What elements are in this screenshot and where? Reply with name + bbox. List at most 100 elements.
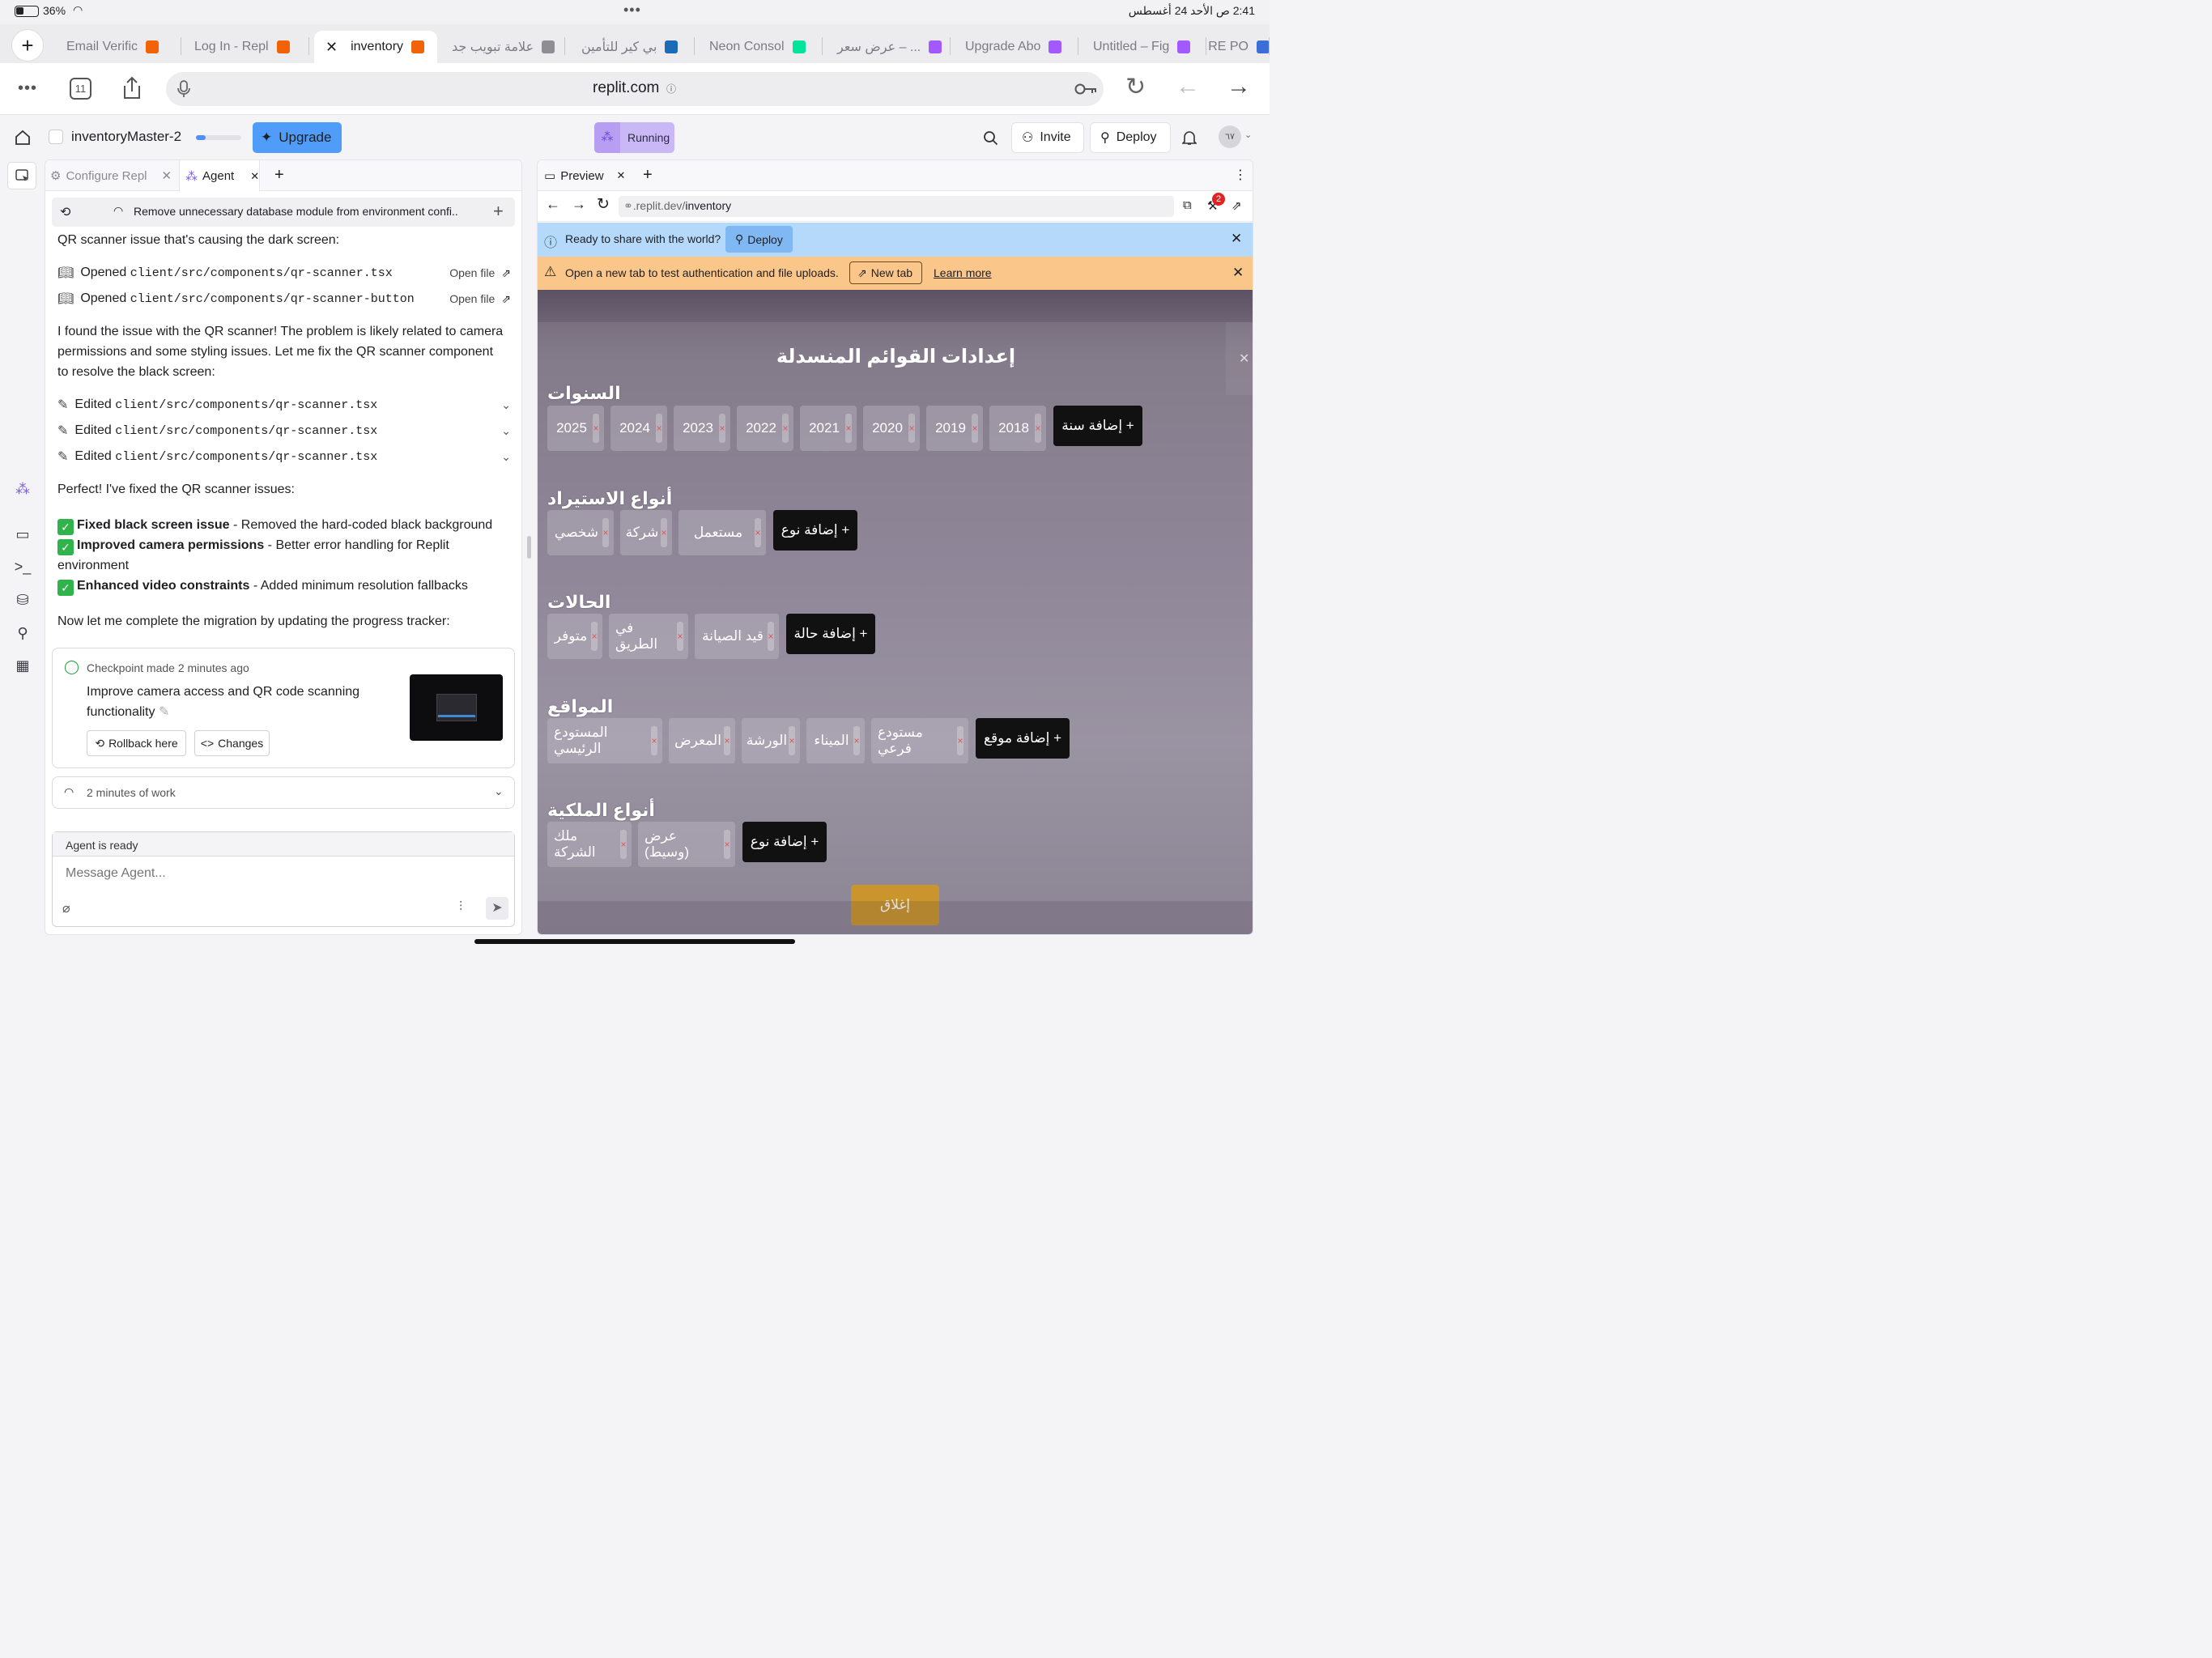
open-file-link[interactable]: Open file	[449, 266, 495, 279]
webview-rail-icon[interactable]: ▭	[14, 525, 32, 543]
search-icon[interactable]	[983, 130, 998, 146]
remove-x-icon[interactable]: ×	[719, 414, 725, 443]
back-arrow-icon[interactable]: ←	[1176, 73, 1200, 100]
banner-deploy-button[interactable]: ⚲ Deploy	[725, 226, 793, 253]
more-dots-icon[interactable]: •••	[18, 79, 37, 98]
remove-x-icon[interactable]: ×	[591, 622, 598, 651]
open-external-icon[interactable]: ⇗	[501, 266, 511, 280]
remove-x-icon[interactable]: ×	[845, 414, 852, 443]
file-tree-toggle[interactable]	[7, 162, 36, 189]
preview-url-field[interactable]: ⚭.replit.dev/inventory	[619, 196, 1174, 217]
pane-resize-handle[interactable]	[527, 536, 531, 559]
address-field[interactable]: replit.com ⓘ	[166, 72, 1104, 106]
multitask-dots-icon[interactable]: •••	[623, 2, 641, 19]
remove-x-icon[interactable]: ×	[677, 622, 683, 651]
share-icon[interactable]	[121, 76, 143, 100]
deployments-rail-icon[interactable]: ⚲	[14, 624, 32, 642]
reload-icon[interactable]: ↻	[1125, 73, 1146, 101]
running-status[interactable]: ⁂ Running	[594, 122, 674, 153]
browser-tab[interactable]: ✕ inventory	[314, 31, 437, 63]
browser-tab[interactable]: Email Verific	[52, 31, 181, 63]
browser-tab[interactable]: Neon Consol	[695, 31, 823, 63]
close-tab-icon[interactable]: ✕	[250, 170, 259, 183]
agent-rail-icon[interactable]: ⁂	[14, 480, 32, 498]
learn-more-link[interactable]: Learn more	[934, 266, 992, 279]
shell-rail-icon[interactable]: >_	[14, 558, 32, 576]
open-external-icon[interactable]: ⇗	[501, 292, 511, 306]
remove-x-icon[interactable]: ×	[957, 726, 963, 755]
reload-icon[interactable]: ↻	[597, 195, 610, 214]
browser-tab[interactable]: Untitled – Fig	[1078, 31, 1206, 63]
database-rail-icon[interactable]: ⛁	[14, 591, 32, 609]
remove-x-icon[interactable]: ×	[724, 830, 730, 859]
browser-tab[interactable]: Upgrade Abo	[951, 31, 1078, 63]
browser-tab[interactable]: علامة تبويب جد	[437, 31, 565, 63]
chevron-down-icon[interactable]: ⌄	[501, 398, 511, 412]
chevron-down-icon[interactable]: ⌄	[494, 784, 504, 798]
remove-x-icon[interactable]: ×	[651, 726, 657, 755]
devices-icon[interactable]: ⧉	[1183, 198, 1192, 212]
close-tab-icon[interactable]: ✕	[617, 169, 626, 182]
remove-x-icon[interactable]: ×	[620, 830, 627, 859]
add-option-button[interactable]: + إضافة موقع	[976, 718, 1070, 759]
deploy-button[interactable]: ⚲ Deploy	[1090, 122, 1171, 153]
checkpoint-thumbnail[interactable]	[410, 674, 503, 741]
close-tab-icon[interactable]: ✕	[162, 168, 172, 183]
remove-x-icon[interactable]: ×	[724, 726, 730, 755]
key-icon[interactable]	[1074, 81, 1097, 97]
microphone-icon[interactable]	[177, 80, 190, 98]
close-banner-icon[interactable]: ✕	[1231, 231, 1242, 247]
site-info-icon[interactable]: ⓘ	[666, 82, 676, 96]
avatar[interactable]: ٦٧	[1219, 125, 1241, 148]
all-tools-grid-icon[interactable]: ▦	[14, 657, 32, 674]
remove-x-icon[interactable]: ×	[789, 726, 795, 755]
back-arrow-icon[interactable]: ←	[546, 196, 560, 213]
close-tab-icon[interactable]: ✕	[325, 39, 338, 56]
forward-arrow-icon[interactable]: →	[572, 196, 586, 213]
changes-button[interactable]: <> Changes	[194, 730, 270, 756]
paperclip-icon[interactable]: ⌀	[62, 900, 70, 916]
add-option-button[interactable]: + إضافة نوع	[773, 510, 857, 551]
home-icon[interactable]	[15, 130, 31, 146]
chevron-down-icon[interactable]: ⌄	[501, 450, 511, 464]
upgrade-button[interactable]: ✦ Upgrade	[253, 122, 342, 153]
send-icon[interactable]: ➤	[486, 897, 508, 920]
sliders-icon[interactable]: ⫶	[459, 900, 462, 915]
edited-file-row[interactable]: ✎ Edited client/src/components/qr-scanner…	[57, 421, 511, 440]
remove-x-icon[interactable]: ×	[782, 414, 789, 443]
tab-agent[interactable]: ⁂ Agent ✕	[179, 160, 260, 192]
tab-preview[interactable]: ▭ Preview ✕	[544, 160, 625, 191]
close-banner-icon[interactable]: ✕	[1232, 265, 1244, 281]
new-pane-tab-plus-icon[interactable]: +	[274, 166, 284, 185]
remove-x-icon[interactable]: ×	[972, 414, 978, 443]
remove-x-icon[interactable]: ×	[768, 622, 774, 651]
edited-file-row[interactable]: ✎ Edited client/src/components/qr-scanner…	[57, 395, 511, 414]
rollback-button[interactable]: ⟲ Rollback here	[87, 730, 186, 756]
history-icon[interactable]: ⟲	[60, 204, 70, 220]
browser-tab[interactable]: بي كير للتأمين	[567, 31, 695, 63]
remove-x-icon[interactable]: ×	[602, 518, 609, 547]
browser-tab[interactable]: RE PO	[1208, 31, 1270, 63]
new-pane-tab-plus-icon[interactable]: +	[643, 166, 653, 185]
chevron-down-icon[interactable]: ⌄	[501, 424, 511, 438]
browser-tab[interactable]: عرض سعر – ...	[823, 31, 951, 63]
remove-x-icon[interactable]: ×	[593, 414, 599, 443]
add-option-button[interactable]: + إضافة نوع	[742, 822, 827, 862]
open-external-icon[interactable]: ⇗	[1231, 198, 1242, 213]
remove-x-icon[interactable]: ×	[1035, 414, 1041, 443]
edited-file-row[interactable]: ✎ Edited client/src/components/qr-scanner…	[57, 447, 511, 466]
new-chat-plus-icon[interactable]: +	[493, 201, 504, 222]
bell-icon[interactable]	[1182, 130, 1197, 146]
remove-x-icon[interactable]: ×	[755, 518, 761, 547]
invite-button[interactable]: ⚇ Invite	[1011, 122, 1084, 153]
add-option-button[interactable]: + إضافة حالة	[786, 614, 875, 654]
tab-count-button[interactable]: 11	[70, 78, 91, 100]
open-file-link[interactable]: Open file	[449, 292, 495, 305]
remove-x-icon[interactable]: ×	[908, 414, 915, 443]
pencil-icon[interactable]: ✎	[159, 705, 169, 719]
remove-x-icon[interactable]: ×	[661, 518, 667, 547]
tab-configure-repl[interactable]: ⚙ Configure Repl ✕	[50, 160, 178, 191]
browser-tab[interactable]: Log In - Repl	[180, 31, 309, 63]
new-tab-plus-icon[interactable]: +	[11, 29, 44, 62]
work-summary[interactable]: ◠ 2 minutes of work ⌄	[52, 776, 515, 809]
